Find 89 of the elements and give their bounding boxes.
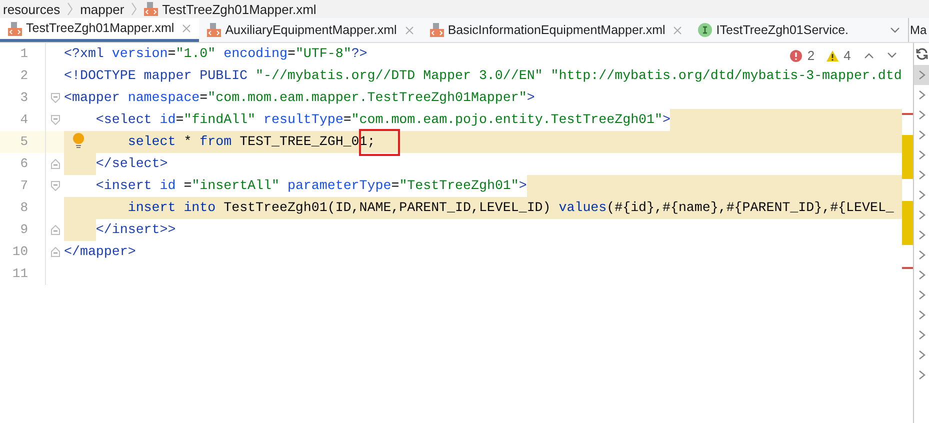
xml-file-icon — [207, 23, 222, 37]
fold-icon[interactable] — [50, 225, 60, 235]
fold-icon[interactable] — [50, 115, 60, 125]
refresh-icon[interactable] — [916, 48, 928, 60]
warning-count: 4 — [844, 47, 851, 65]
breadcrumb-item[interactable]: resources — [3, 2, 60, 18]
code-token: </mapper> — [64, 243, 136, 261]
error-count: 2 — [807, 47, 815, 65]
fold-icon[interactable] — [50, 181, 60, 191]
code-token: "-//mybatis.org//DTD Mapper 3.0//EN" "http://mybatis.org/dtd/mybatis-3-mapper.dtd — [256, 67, 902, 85]
code-token: > — [526, 89, 535, 107]
code-token: <!DOCTYPE mapper PUBLIC — [64, 67, 249, 85]
xml-file-icon — [8, 22, 22, 36]
side-panel-tab[interactable]: Ma — [910, 21, 927, 39]
code-token: = — [176, 111, 184, 129]
code-token: <select — [96, 111, 153, 129]
code-token: insert into — [128, 199, 217, 217]
line-number: 5 — [20, 133, 28, 152]
line-number: 9 — [20, 221, 28, 240]
code-token: </select> — [96, 155, 168, 173]
code-token: = — [200, 89, 208, 107]
code-token: (#{id},#{name},#{PARENT_ID},#{LEVEL_ — [606, 199, 894, 217]
code-token: ?> — [351, 45, 368, 63]
previous-icon[interactable] — [864, 52, 874, 60]
code-token: values — [558, 199, 607, 217]
code-token: = — [168, 45, 176, 63]
code-token: resultType — [264, 111, 344, 129]
code-token: parameterType — [287, 177, 392, 195]
editor-tab[interactable]: ITestTreeZgh01Service. — [690, 18, 857, 42]
code-token: "insertAll" — [192, 177, 280, 195]
code-token: encoding — [224, 45, 288, 63]
editor-tab[interactable]: AuxiliaryEquipmentMapper.xml — [199, 18, 422, 42]
breadcrumb-item[interactable]: mapper — [80, 2, 124, 18]
code-token: "findAll" — [184, 111, 257, 129]
code-token: "com.mom.eam.pojo.entity.TestTreeZgh01" — [351, 111, 662, 129]
line-number: 7 — [20, 177, 28, 196]
error-icon[interactable] — [790, 50, 802, 62]
code-token: </insert>> — [96, 221, 176, 239]
code-token: <insert — [96, 177, 153, 195]
separator-icon — [130, 2, 138, 16]
code-token: id — [160, 111, 176, 129]
separator-icon — [66, 2, 74, 16]
change-stripe-mark — [902, 135, 914, 179]
code-token: namespace — [128, 89, 200, 107]
code-token: "TestTreeZgh01" — [399, 177, 519, 195]
warning-icon[interactable] — [826, 50, 839, 62]
dropdown-icon[interactable] — [890, 26, 900, 34]
close-icon[interactable] — [182, 24, 192, 33]
code-token: > — [518, 177, 527, 195]
line-number: 10 — [12, 243, 28, 262]
line-number: 8 — [20, 199, 28, 218]
code-token: = — [287, 45, 296, 63]
code-token: "com.mom.eam.mapper.TestTreeZgh01Mapper" — [208, 89, 527, 107]
editor-tab[interactable]: TestTreeZgh01Mapper.xml — [0, 18, 200, 42]
change-stripe-mark — [902, 201, 914, 245]
line-number: 1 — [20, 45, 28, 64]
code-token: from — [200, 133, 233, 151]
code-token: > — [662, 111, 670, 129]
line-number: 3 — [20, 89, 28, 108]
xml-file-icon — [430, 23, 444, 37]
code-token: select — [128, 133, 177, 151]
editor-tab[interactable]: BasicInformationEquipmentMapper.xml — [422, 18, 690, 42]
code-token: version — [112, 45, 168, 63]
code-token: = — [343, 111, 352, 129]
code-token: id — [160, 177, 177, 195]
fold-icon[interactable] — [50, 93, 60, 103]
fold-icon[interactable] — [50, 159, 60, 169]
line-number: 2 — [20, 67, 28, 86]
line-number: 4 — [20, 111, 28, 130]
line-number: 11 — [12, 265, 28, 284]
lightbulb-icon[interactable] — [73, 133, 84, 149]
code-token: <?xml — [64, 45, 105, 63]
xml-file-icon — [144, 2, 158, 16]
code-token: "1.0" — [176, 45, 217, 63]
error-stripe-mark — [902, 267, 914, 269]
code-token: * — [184, 133, 193, 151]
close-icon[interactable] — [404, 26, 414, 34]
fold-icon[interactable] — [50, 247, 60, 257]
code-token: "UTF-8" — [295, 45, 352, 63]
line-number: 6 — [20, 155, 28, 174]
interface-icon — [698, 23, 712, 37]
breadcrumb-item[interactable]: TestTreeZgh01Mapper.xml — [162, 2, 316, 18]
close-icon[interactable] — [673, 26, 682, 34]
code-token: = — [184, 177, 192, 195]
error-stripe-mark — [902, 113, 914, 115]
next-icon[interactable] — [886, 52, 897, 60]
code-token: = — [391, 177, 400, 195]
code-token: <mapper — [64, 89, 121, 107]
code-token: TestTreeZgh01(ID,NAME,PARENT_ID,LEVEL_ID) — [224, 199, 552, 217]
